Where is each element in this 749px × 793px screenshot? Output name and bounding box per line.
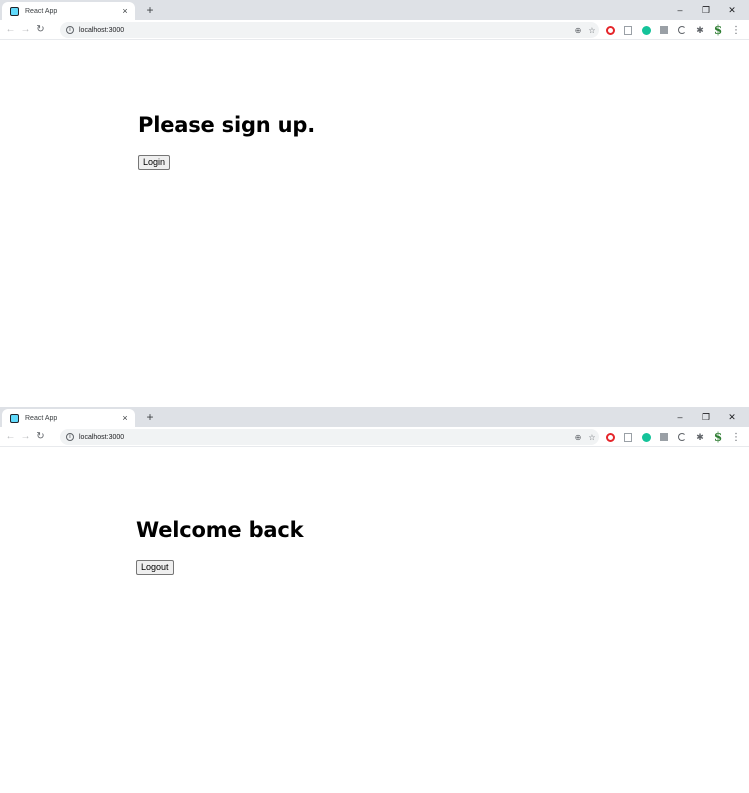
dark-mode-icon[interactable] (673, 22, 691, 38)
close-window-button[interactable]: ✕ (719, 1, 745, 19)
opera-icon[interactable] (601, 429, 619, 445)
back-arrow-icon[interactable]: ← (4, 22, 17, 38)
extensions-bar: ✱ $ ⋮ (601, 22, 745, 38)
login-button[interactable]: Login (138, 155, 171, 170)
tab-title: React App (25, 7, 58, 15)
react-favicon-icon (10, 6, 19, 16)
info-icon[interactable]: i (66, 26, 74, 34)
address-bar[interactable]: i localhost:3000 ⊕ ☆ (60, 429, 599, 445)
react-favicon-icon (10, 413, 19, 423)
dark-mode-icon[interactable] (673, 429, 691, 445)
reload-icon[interactable]: ↻ (34, 429, 47, 445)
opera-icon[interactable] (601, 22, 619, 38)
reload-icon[interactable]: ↻ (34, 22, 47, 38)
star-icon[interactable]: ☆ (585, 26, 599, 35)
zoom-icon[interactable]: ⊕ (571, 26, 585, 35)
tab-close-icon[interactable]: × (120, 6, 130, 16)
forward-arrow-icon[interactable]: → (19, 22, 32, 38)
page-heading: Please sign up. (138, 113, 316, 137)
kebab-menu-icon[interactable]: ⋮ (727, 429, 745, 445)
address-bar[interactable]: i localhost:3000 ⊕ ☆ (60, 22, 599, 38)
tab-strip: React App × + – ❐ ✕ (0, 407, 749, 427)
tab-close-icon[interactable]: × (120, 413, 130, 423)
extensions-bar: ✱ $ ⋮ (601, 429, 745, 445)
tab-title: React App (25, 414, 58, 422)
kebab-menu-icon[interactable]: ⋮ (727, 22, 745, 38)
grammarly-icon[interactable] (637, 22, 655, 38)
dollar-icon[interactable]: $ (709, 22, 727, 38)
restore-button[interactable]: ❐ (693, 408, 719, 426)
url-text[interactable]: localhost:3000 (79, 27, 571, 34)
browser-window-signed-out: React App × + – ❐ ✕ ← → ↻ i localhost:30… (0, 0, 749, 400)
minimize-button[interactable]: – (667, 1, 693, 19)
square-extension-icon[interactable] (655, 429, 673, 445)
grammarly-icon[interactable] (637, 429, 655, 445)
dollar-icon[interactable]: $ (709, 429, 727, 445)
document-icon[interactable] (619, 22, 637, 38)
browser-toolbar: ← → ↻ i localhost:3000 ⊕ ☆ ✱ $ ⋮ (0, 427, 749, 447)
star-icon[interactable]: ☆ (585, 433, 599, 442)
document-icon[interactable] (619, 429, 637, 445)
tab-strip: React App × + – ❐ ✕ (0, 0, 749, 20)
new-tab-button[interactable]: + (143, 2, 157, 18)
browser-window-signed-in: React App × + – ❐ ✕ ← → ↻ i localhost:30… (0, 407, 749, 793)
restore-button[interactable]: ❐ (693, 1, 719, 19)
tab-react-app[interactable]: React App × (2, 409, 135, 427)
window-controls: – ❐ ✕ (667, 1, 745, 19)
new-tab-button[interactable]: + (143, 409, 157, 425)
zoom-icon[interactable]: ⊕ (571, 433, 585, 442)
window-controls: – ❐ ✕ (667, 408, 745, 426)
logout-button[interactable]: Logout (136, 560, 174, 575)
browser-toolbar: ← → ↻ i localhost:3000 ⊕ ☆ ✱ $ ⋮ (0, 20, 749, 40)
url-text[interactable]: localhost:3000 (79, 434, 571, 441)
back-arrow-icon[interactable]: ← (4, 429, 17, 445)
puzzle-icon[interactable]: ✱ (691, 22, 709, 38)
square-extension-icon[interactable] (655, 22, 673, 38)
page-heading: Welcome back (136, 518, 304, 542)
tab-react-app[interactable]: React App × (2, 2, 135, 20)
minimize-button[interactable]: – (667, 408, 693, 426)
forward-arrow-icon[interactable]: → (19, 429, 32, 445)
close-window-button[interactable]: ✕ (719, 408, 745, 426)
info-icon[interactable]: i (66, 433, 74, 441)
puzzle-icon[interactable]: ✱ (691, 429, 709, 445)
